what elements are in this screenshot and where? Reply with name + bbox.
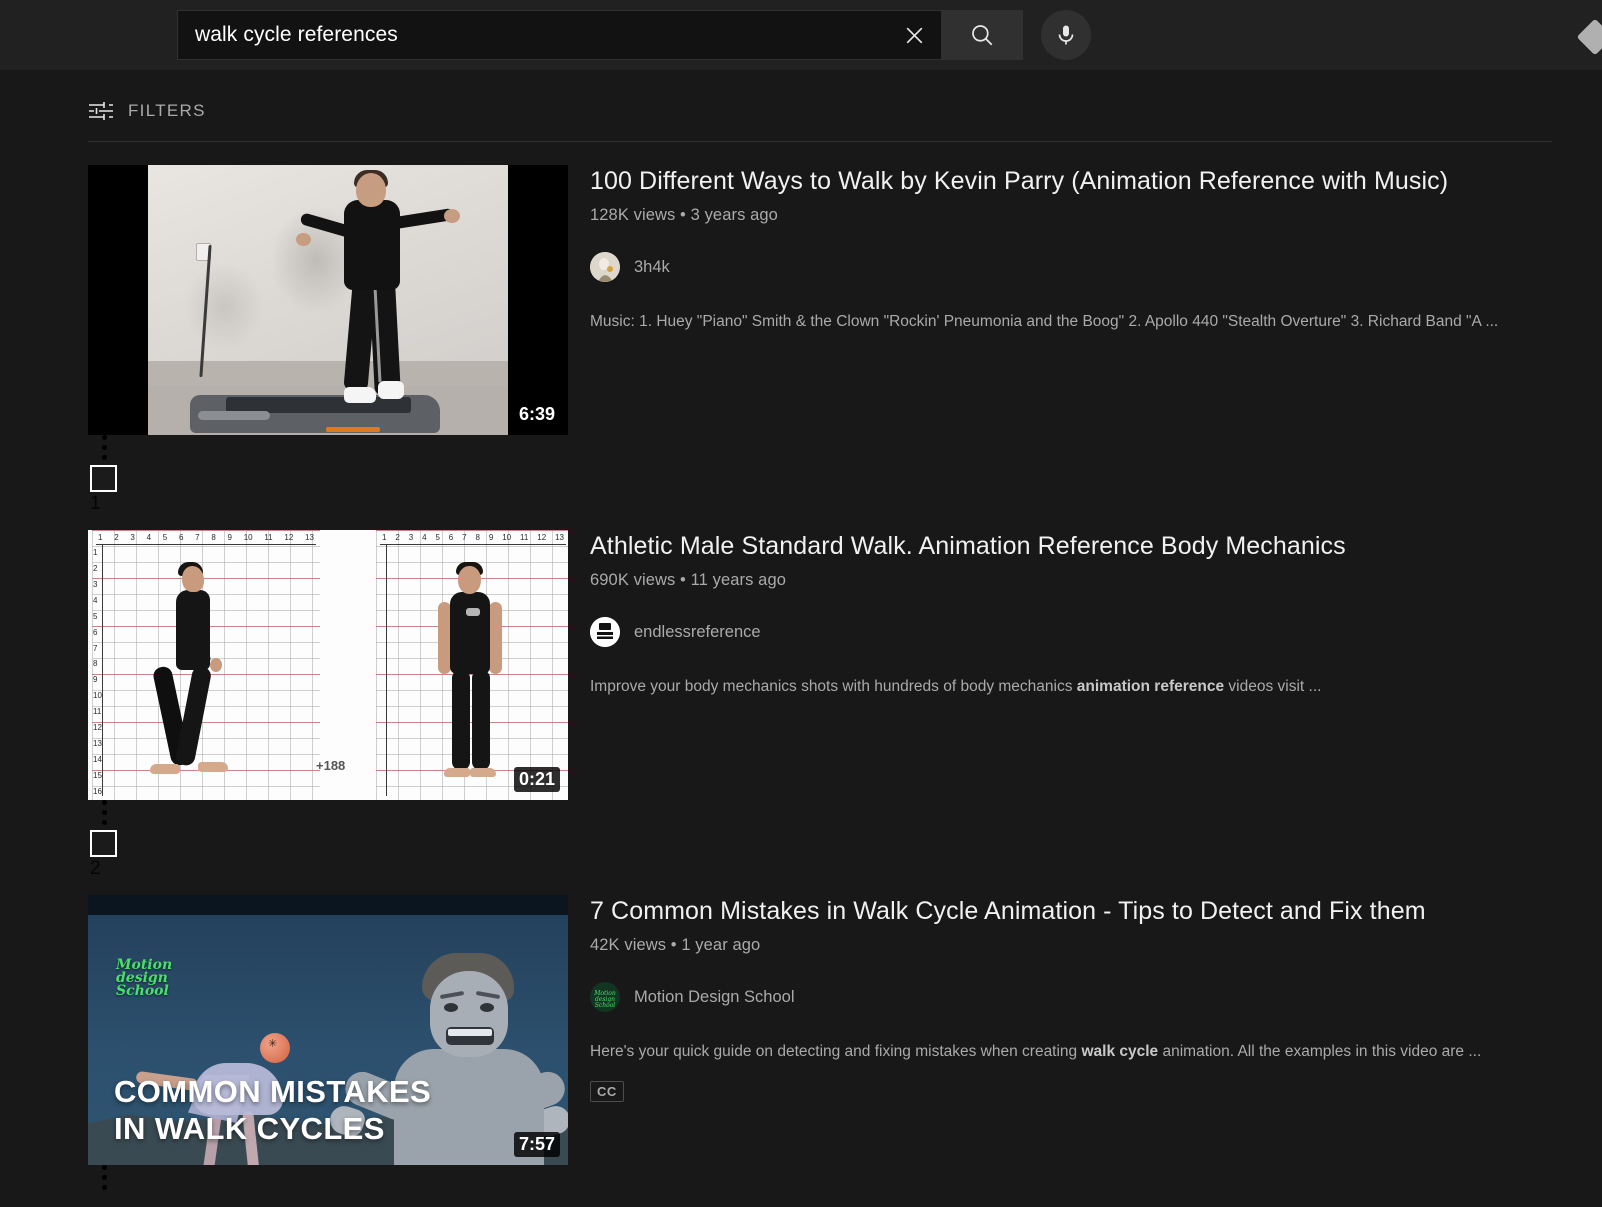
- desc-highlight: animation reference: [1077, 678, 1224, 695]
- close-icon: [902, 23, 927, 48]
- video-meta: 42K views • 1 year ago: [590, 936, 1552, 955]
- filter-sliders-icon: [88, 100, 114, 122]
- filters-label: FILTERS: [128, 101, 206, 121]
- avatar-art: Motion design School: [590, 982, 620, 1012]
- avatar: [590, 252, 620, 282]
- channel-link[interactable]: 3h4k: [590, 252, 1552, 282]
- grid-ticks-top-right: 12345678910111213: [382, 533, 564, 546]
- video-title[interactable]: Athletic Male Standard Walk. Animation R…: [590, 530, 1552, 562]
- thumbnail-art: 12345678910111213 12345678910111213 1234…: [88, 530, 568, 800]
- svg-text:School: School: [595, 1002, 616, 1009]
- result-index: 1: [90, 493, 101, 515]
- video-meta: 690K views • 11 years ago: [590, 571, 1552, 590]
- search-submit-button[interactable]: [941, 10, 1023, 60]
- result-index: 2: [90, 858, 101, 880]
- channel-link[interactable]: endlessreference: [590, 617, 1552, 647]
- desc-highlight: walk cycle: [1081, 1043, 1158, 1060]
- video-duration: 0:21: [514, 767, 560, 792]
- avatar: [590, 617, 620, 647]
- channel-name: Motion Design School: [634, 988, 795, 1007]
- drag-dots-icon: [102, 435, 107, 465]
- search-box[interactable]: [177, 10, 941, 60]
- grid-ticks-left: 12345678910111213141516: [93, 548, 105, 796]
- thumbnail-art: MotiondesignSchool ✳: [88, 895, 568, 1165]
- app-header: [0, 0, 1602, 70]
- clear-search-button[interactable]: [887, 10, 941, 60]
- closed-caption-badge: CC: [590, 1081, 624, 1102]
- desc-pre: Here's your quick guide on detecting and…: [590, 1043, 1081, 1060]
- grid-ticks-top-left: 12345678910111213: [98, 533, 314, 546]
- drag-dots-icon: [102, 1165, 107, 1195]
- thumbnail-caption: +188: [316, 758, 345, 773]
- microphone-icon: [1054, 23, 1078, 47]
- channel-name: 3h4k: [634, 258, 670, 277]
- video-info: 100 Different Ways to Walk by Kevin Parr…: [590, 165, 1552, 332]
- selection-box[interactable]: [90, 465, 117, 492]
- search-bar: [177, 10, 1091, 60]
- desc-pre: Improve your body mechanics shots with h…: [590, 678, 1077, 695]
- avatar-art: [590, 252, 620, 282]
- search-icon: [969, 22, 995, 48]
- avatar: Motion design School: [590, 982, 620, 1012]
- desc-post: animation. All the examples in this vide…: [1158, 1043, 1481, 1060]
- desc-post: videos visit ...: [1224, 678, 1321, 695]
- video-thumbnail[interactable]: MotiondesignSchool ✳: [88, 895, 568, 1165]
- channel-link[interactable]: Motion design School Motion Design Schoo…: [590, 982, 1552, 1012]
- voice-search-button[interactable]: [1041, 10, 1091, 60]
- video-info: Athletic Male Standard Walk. Animation R…: [590, 530, 1552, 697]
- thumbnail-brand-logo: MotiondesignSchool: [116, 959, 172, 998]
- filters-button[interactable]: FILTERS: [88, 100, 206, 122]
- drag-dots-icon: [102, 800, 107, 830]
- thumbnail-headline: COMMON MISTAKESIN WALK CYCLES: [114, 1073, 431, 1147]
- video-thumbnail[interactable]: 12345678910111213 12345678910111213 1234…: [88, 530, 568, 800]
- channel-name: endlessreference: [634, 623, 761, 642]
- filters-divider: [88, 141, 1552, 142]
- search-input[interactable]: [195, 23, 887, 47]
- video-meta: 128K views • 3 years ago: [590, 206, 1552, 225]
- video-description: Improve your body mechanics shots with h…: [590, 676, 1552, 697]
- video-info: 7 Common Mistakes in Walk Cycle Animatio…: [590, 895, 1552, 1102]
- video-description: Here's your quick guide on detecting and…: [590, 1041, 1552, 1062]
- thumbnail-art: [148, 165, 508, 435]
- video-description: Music: 1. Huey "Piano" Smith & the Clown…: [590, 311, 1552, 332]
- video-thumbnail[interactable]: 6:39: [88, 165, 568, 435]
- video-title[interactable]: 7 Common Mistakes in Walk Cycle Animatio…: [590, 895, 1552, 927]
- video-duration: 6:39: [514, 402, 560, 427]
- video-duration: 7:57: [514, 1132, 560, 1157]
- video-title[interactable]: 100 Different Ways to Walk by Kevin Parr…: [590, 165, 1552, 197]
- mouse-cursor: [1577, 19, 1602, 56]
- selection-box[interactable]: [90, 830, 117, 857]
- avatar-art: [590, 617, 620, 647]
